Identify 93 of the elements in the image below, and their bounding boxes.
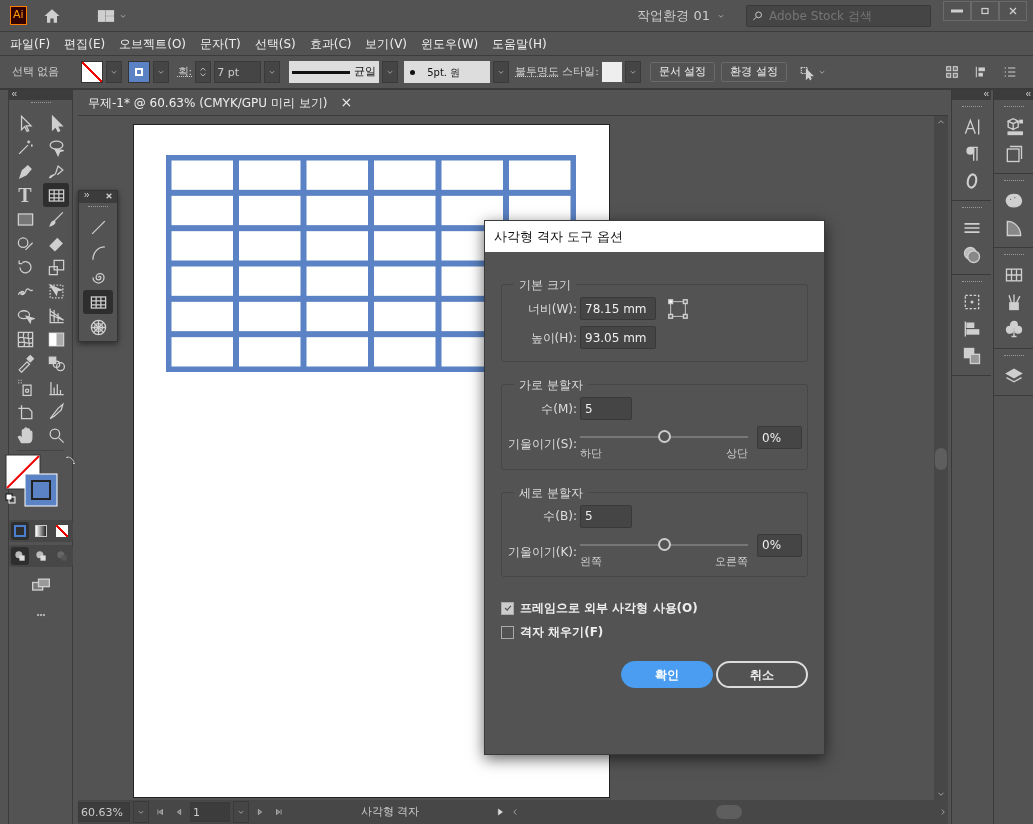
stroke-weight-field[interactable]: 7 pt (214, 61, 262, 83)
minimize-button[interactable] (943, 0, 971, 21)
toolbar-button[interactable]: 환경 설정 (721, 61, 787, 83)
menu-icon (1002, 64, 1018, 80)
checkbox[interactable] (501, 601, 514, 615)
page-arrow-icon (274, 807, 284, 817)
collapse-icon (1023, 90, 1033, 98)
slider-min-label: 하단 (580, 446, 602, 462)
menu-item[interactable]: 문자(T) (193, 34, 248, 53)
opacity-link[interactable]: 불투명도 (515, 63, 560, 81)
mesh-icon (15, 329, 35, 349)
menu-item[interactable]: 파일(F) (3, 34, 58, 53)
slider-min-label: 왼쪽 (580, 553, 602, 570)
toolbar-button[interactable]: 문서 설정 (649, 61, 716, 83)
transparency-icon (961, 245, 982, 265)
page-arrow-icon (255, 807, 265, 817)
brush-dropdown[interactable]: 5pt. 원 (404, 61, 491, 83)
workspace-switcher[interactable]: 작업환경 01 (637, 3, 726, 28)
style-swatch[interactable] (601, 62, 622, 82)
checkbox-label[interactable]: 격자 채우기(F) (520, 623, 604, 641)
draw-mode-icon (33, 549, 48, 563)
field-label: 수(B): (542, 508, 577, 525)
input-field[interactable]: 5 (580, 397, 632, 420)
tool-button[interactable] (83, 290, 113, 314)
draw-mode-icon (54, 549, 69, 563)
cancel-button[interactable]: 취소 (716, 661, 808, 688)
page-field[interactable]: 1 (190, 802, 230, 822)
stroke-profile-dropdown[interactable]: 균일 (289, 61, 380, 83)
tool-button[interactable] (43, 183, 69, 207)
fill-swatch[interactable] (80, 61, 103, 83)
tool-button[interactable]: T (12, 183, 38, 207)
selection-status: 선택 없음 (12, 63, 60, 80)
style-label: 스타일: (562, 63, 599, 80)
stroke-swatch[interactable] (127, 61, 150, 83)
field-label: 기울이기(K): (506, 543, 577, 561)
menu-item[interactable]: 오브젝트(O) (112, 34, 194, 53)
slider-max-label: 오른쪽 (715, 553, 748, 570)
stepper[interactable] (195, 61, 212, 83)
stroke-label: 획: (177, 63, 193, 80)
input-field[interactable]: 78.15 mm (580, 297, 656, 320)
close-icon (105, 192, 113, 200)
play-icon (495, 807, 505, 817)
horizontal-scrollbar[interactable] (510, 802, 948, 822)
search-icon (751, 8, 765, 23)
club-icon (1003, 319, 1024, 339)
collapse-icon (981, 90, 991, 98)
draw-mode-icon (12, 549, 27, 563)
bounding-box-icon (667, 297, 689, 320)
vertical-scrollbar[interactable] (934, 116, 948, 800)
brush-icon (46, 209, 66, 229)
pathfinder-icon (961, 346, 982, 366)
checkbox[interactable] (501, 625, 514, 639)
expand-icon (82, 191, 92, 199)
close-button[interactable] (999, 0, 1027, 21)
draw-normal-button[interactable] (10, 547, 29, 565)
slider-thumb[interactable] (658, 537, 671, 551)
color-button[interactable] (10, 522, 29, 540)
menu-item[interactable]: 윈도우(W) (414, 34, 486, 53)
menu-item[interactable]: 도움말(H) (485, 34, 554, 53)
field-label: 너비(W): (526, 300, 577, 318)
input-field[interactable]: 0% (757, 533, 802, 557)
field-label: 높이(H): (529, 329, 577, 347)
tab-close-button[interactable]: × (339, 90, 354, 115)
page-arrow-icon (174, 807, 184, 817)
menu-item[interactable]: 편집(E) (57, 34, 113, 53)
slider-thumb[interactable] (658, 430, 671, 443)
document-title: 무제-1* @ 60.63% (CMYK/GPU 미리 보기) (88, 94, 328, 112)
page-arrow-icon (155, 807, 165, 817)
menu-item[interactable]: 선택(S) (247, 34, 303, 53)
input-field[interactable]: 93.05 mm (580, 326, 656, 349)
app-logo: Ai (10, 6, 27, 25)
slider-max-label: 상단 (726, 446, 748, 462)
field-label: 기울이기(S): (506, 436, 577, 454)
menu-item[interactable]: 효과(C) (302, 34, 359, 53)
collapse-icon (9, 90, 19, 98)
field-label: 수(M): (540, 400, 577, 418)
input-field[interactable]: 5 (580, 504, 632, 528)
maximize-button[interactable] (971, 0, 999, 21)
dialog-title: 사각형 격자 도구 옵션 (485, 221, 824, 252)
panel-close-button[interactable] (104, 191, 114, 201)
transform-icon (46, 281, 66, 301)
swap-icon (64, 455, 76, 467)
polar-grid-icon (88, 317, 108, 337)
checkbox-label[interactable]: 프레임으로 외부 사각형 사용(O) (520, 599, 698, 617)
hand-icon (15, 425, 35, 445)
sprayer-icon (15, 377, 35, 397)
check-icon (502, 603, 513, 613)
zoom-field[interactable]: 60.63% (78, 802, 130, 822)
menu-item[interactable]: 보기(V) (358, 34, 415, 53)
input-field[interactable]: 0% (757, 426, 802, 449)
align-icon (944, 64, 960, 80)
scale-icon (46, 257, 66, 277)
minimize-icon (951, 8, 963, 13)
